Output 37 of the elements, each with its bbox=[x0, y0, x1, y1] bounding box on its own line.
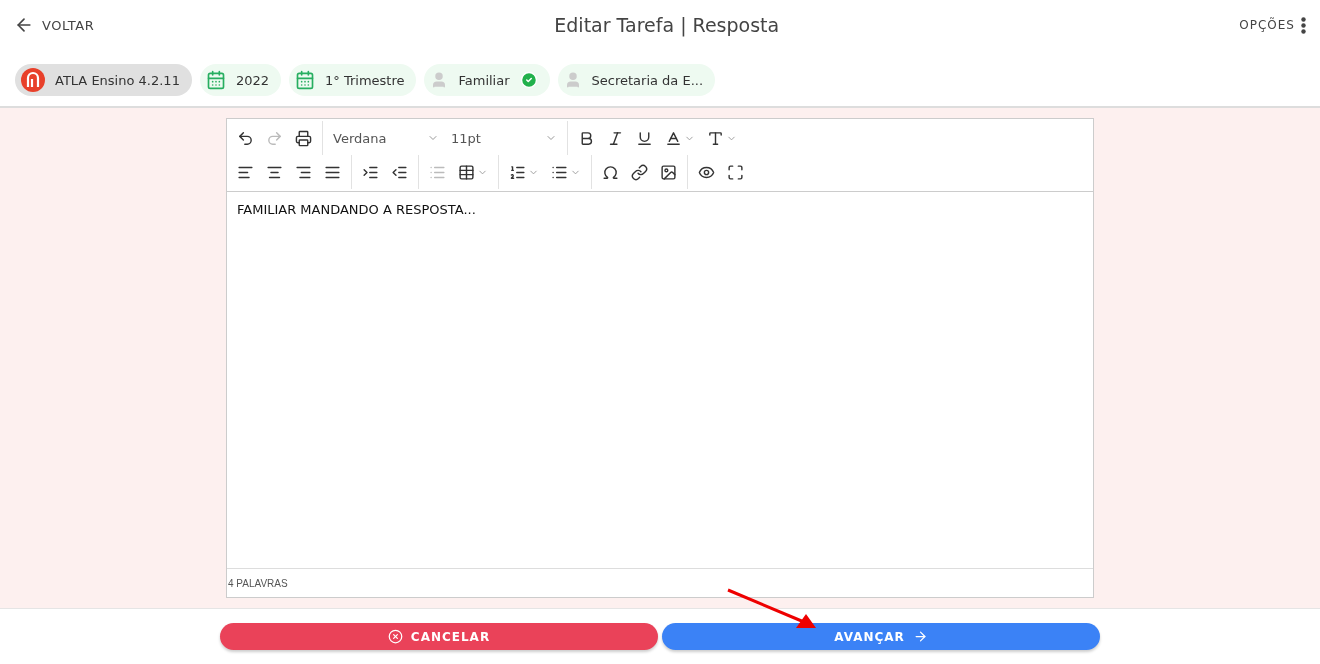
chip-label: Secretaria da E... bbox=[591, 72, 704, 88]
context-chip[interactable]: 2022 bbox=[199, 64, 281, 96]
omega-icon bbox=[602, 163, 619, 181]
print-icon bbox=[295, 129, 312, 147]
word-count: 4 PALAVRAS bbox=[227, 576, 289, 591]
image-icon bbox=[660, 163, 677, 181]
font-select[interactable]: Verdana bbox=[327, 123, 445, 153]
more-icon bbox=[1301, 16, 1306, 34]
context-chip[interactable]: Secretaria da E... bbox=[557, 64, 716, 96]
numbered-list-icon bbox=[509, 163, 526, 181]
cancel-icon bbox=[387, 629, 403, 644]
logo-icon bbox=[21, 68, 45, 92]
chip-label: ATLA Ensino 4.2.11 bbox=[55, 72, 180, 88]
calendar-icon bbox=[295, 70, 315, 90]
context-chip[interactable]: Familiar bbox=[424, 64, 550, 96]
back-button[interactable]: VOLTAR bbox=[14, 15, 95, 35]
context-chip[interactable]: 1° Trimestre bbox=[289, 64, 417, 96]
text-color-icon bbox=[665, 129, 682, 147]
link-icon bbox=[631, 163, 648, 181]
chip-label: Familiar bbox=[458, 72, 510, 88]
underline-icon bbox=[636, 129, 653, 147]
editor-content[interactable]: FAMILIAR MANDANDO A RESPOSTA... bbox=[227, 192, 1093, 569]
chip-label: 2022 bbox=[235, 72, 269, 88]
fullscreen-icon bbox=[727, 163, 744, 181]
font-select[interactable]: 11pt bbox=[445, 123, 563, 153]
context-chip[interactable]: ATLA Ensino 4.2.11 bbox=[15, 64, 192, 96]
next-button[interactable]: AVANÇAR bbox=[662, 623, 1100, 650]
page-title: Editar Tarefa | Resposta bbox=[554, 14, 780, 36]
chip-label: 1° Trimestre bbox=[325, 72, 405, 88]
options-button[interactable]: OPÇÕES bbox=[1239, 16, 1306, 34]
calendar-icon bbox=[205, 70, 226, 90]
italic-icon bbox=[607, 129, 624, 147]
redo-icon bbox=[266, 129, 283, 147]
cancel-button[interactable]: CANCELAR bbox=[220, 623, 658, 650]
arrow-right-icon bbox=[912, 629, 928, 644]
undo-icon bbox=[237, 129, 254, 147]
table-icon bbox=[458, 163, 475, 181]
